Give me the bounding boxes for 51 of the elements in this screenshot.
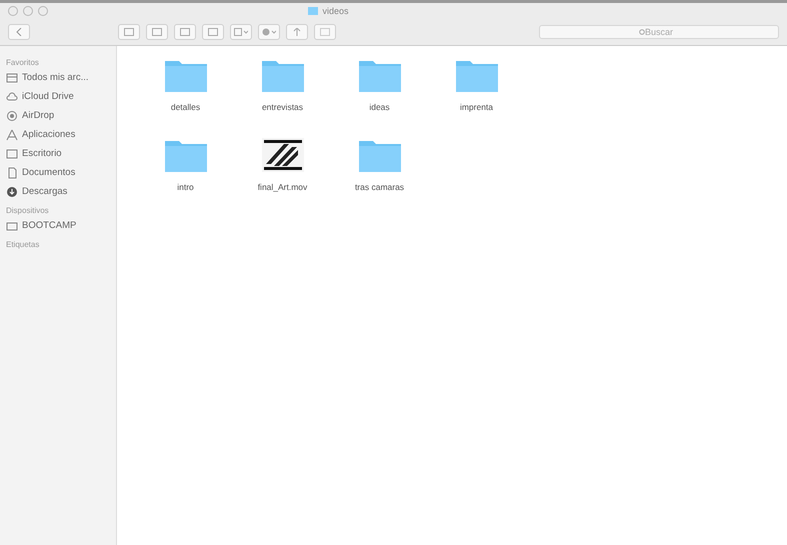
search-field[interactable]: Buscar xyxy=(539,25,779,39)
view-icon xyxy=(208,28,218,36)
airdrop-icon xyxy=(6,110,18,122)
list-view-button[interactable] xyxy=(146,24,168,40)
file-name[interactable]: intro xyxy=(177,182,194,192)
sidebar-item[interactable]: AirDrop xyxy=(22,110,54,121)
download-icon xyxy=(6,186,18,198)
file-name[interactable]: final_Art.mov xyxy=(258,182,308,192)
window-title: videos xyxy=(322,6,348,16)
desktop-icon xyxy=(6,148,18,160)
file-name[interactable]: imprenta xyxy=(460,102,494,112)
search-icon xyxy=(639,28,646,36)
file-name[interactable]: entrevistas xyxy=(262,102,304,112)
folder-icon xyxy=(308,7,318,15)
view-icon xyxy=(124,28,134,36)
sidebar-item[interactable]: Aplicaciones xyxy=(22,129,76,140)
sidebar-item[interactable]: Descargas xyxy=(22,186,68,197)
back-button[interactable] xyxy=(8,24,30,40)
action-button[interactable] xyxy=(258,24,280,40)
share-button[interactable] xyxy=(286,24,308,40)
share-icon xyxy=(292,28,302,36)
sidebar-item[interactable]: Todos mis arc... xyxy=(22,72,89,83)
view-icon xyxy=(180,28,190,36)
movie-thumbnail-icon xyxy=(262,138,304,172)
folder-icon xyxy=(164,58,206,92)
sidebar-item[interactable]: iCloud Drive xyxy=(22,91,74,102)
sidebar-heading: Dispositivos xyxy=(6,206,50,215)
sidebar-heading: Etiquetas xyxy=(6,240,40,249)
cloud-icon xyxy=(6,90,18,102)
file-name[interactable]: detalles xyxy=(170,102,200,112)
chevron-left-icon xyxy=(16,28,22,36)
view-icon xyxy=(152,28,162,36)
folder-icon xyxy=(358,138,400,172)
icons-view-button[interactable] xyxy=(118,24,140,40)
sidebar-item[interactable]: Documentos xyxy=(22,167,76,178)
apps-icon xyxy=(6,128,18,140)
tag-button[interactable] xyxy=(314,24,336,40)
arrange-button[interactable] xyxy=(230,24,252,40)
files-icon xyxy=(6,72,18,84)
document-icon xyxy=(6,166,18,178)
sidebar-heading: Favoritos xyxy=(6,58,40,67)
sidebar-item[interactable]: Escritorio xyxy=(22,148,62,159)
sidebar-item[interactable]: BOOTCAMP xyxy=(22,220,76,231)
cover-view-button[interactable] xyxy=(202,24,224,40)
folder-icon xyxy=(262,58,304,92)
folder-icon xyxy=(358,58,400,92)
file-name[interactable]: tras camaras xyxy=(354,182,404,192)
file-name[interactable]: ideas xyxy=(369,102,390,112)
columns-view-button[interactable] xyxy=(174,24,196,40)
folder-icon xyxy=(456,58,498,92)
folder-icon xyxy=(164,138,206,172)
